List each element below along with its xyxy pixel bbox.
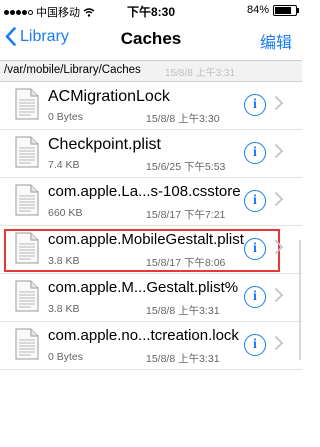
document-icon [15, 328, 39, 360]
file-size: 660 KB [48, 207, 83, 219]
chevron-right-icon[interactable] [275, 288, 283, 302]
chevron-right-icon[interactable] [275, 336, 283, 350]
back-label: Library [20, 27, 69, 45]
status-bar: 中国移动 下午8:30 84% [0, 0, 302, 20]
battery-percent: 84% [246, 4, 269, 16]
path-bar: /var/mobile/Library/Caches 15/8/8 上午3:31 [0, 60, 302, 82]
file-row[interactable]: com.apple.no...tcreation.lock 0 Bytes 15… [0, 322, 302, 370]
chevron-right-icon[interactable] [275, 144, 283, 158]
file-name: Checkpoint.plist [48, 136, 161, 153]
status-right: 84% [246, 4, 299, 16]
file-date: 15/8/8 上午3:30 [146, 113, 220, 125]
chevron-right-icon[interactable] [275, 96, 283, 110]
file-date: 15/8/8 上午3:31 [146, 353, 220, 365]
file-name: ACMigrationLock [48, 88, 170, 105]
file-name: com.apple.no...tcreation.lock [48, 327, 239, 344]
file-size: 0 Bytes [48, 351, 84, 363]
info-button[interactable]: i [244, 238, 266, 260]
path-ghost-date: 15/8/8 上午3:31 [165, 68, 236, 79]
file-row[interactable]: com.apple.M...Gestalt.plist% 3.8 KB 15/8… [0, 274, 302, 322]
file-size: 0 Bytes [48, 111, 84, 123]
file-name: com.apple.MobileGestalt.plist [48, 231, 244, 248]
file-name: com.apple.M...Gestalt.plist% [48, 279, 239, 296]
info-button[interactable]: i [244, 334, 266, 356]
back-button[interactable]: Library [5, 27, 69, 46]
document-icon [15, 136, 39, 168]
file-list: ACMigrationLock 0 Bytes 15/8/8 上午3:30 i … [0, 82, 302, 370]
document-icon [15, 184, 39, 216]
info-button[interactable]: i [244, 94, 266, 116]
navigation-bar: Library Caches 编辑 [0, 20, 302, 60]
current-path: /var/mobile/Library/Caches [4, 64, 141, 76]
info-button[interactable]: i [244, 286, 266, 308]
file-date: 15/8/17 下午8:06 [146, 257, 226, 269]
file-size: 3.8 KB [48, 255, 80, 267]
chevron-left-icon [5, 27, 16, 46]
chevron-right-icon[interactable] [275, 240, 283, 254]
scroll-indicator [299, 240, 301, 360]
info-button[interactable]: i [244, 142, 266, 164]
file-date: 15/8/8 上午3:31 [146, 305, 220, 317]
file-row[interactable]: ACMigrationLock 0 Bytes 15/8/8 上午3:30 i [0, 82, 302, 130]
chevron-right-icon[interactable] [275, 192, 283, 206]
file-row[interactable]: com.apple.MobileGestalt.plist 3.8 KB 15/… [0, 226, 302, 274]
file-date: 15/8/17 下午7:21 [146, 209, 226, 221]
document-icon [15, 88, 39, 120]
document-icon [15, 232, 39, 264]
battery-icon [273, 4, 299, 16]
file-size: 3.8 KB [48, 303, 80, 315]
document-icon [15, 280, 39, 312]
info-button[interactable]: i [244, 190, 266, 212]
file-name: com.apple.La...s-108.csstore [48, 183, 241, 200]
file-row[interactable]: com.apple.La...s-108.csstore 660 KB 15/8… [0, 178, 302, 226]
file-date: 15/6/25 下午5:53 [146, 161, 226, 173]
edit-button[interactable]: 编辑 [260, 29, 292, 53]
battery-fill [275, 6, 291, 14]
file-row[interactable]: Checkpoint.plist 7.4 KB 15/6/25 下午5:53 i [0, 130, 302, 178]
file-size: 7.4 KB [48, 159, 80, 171]
